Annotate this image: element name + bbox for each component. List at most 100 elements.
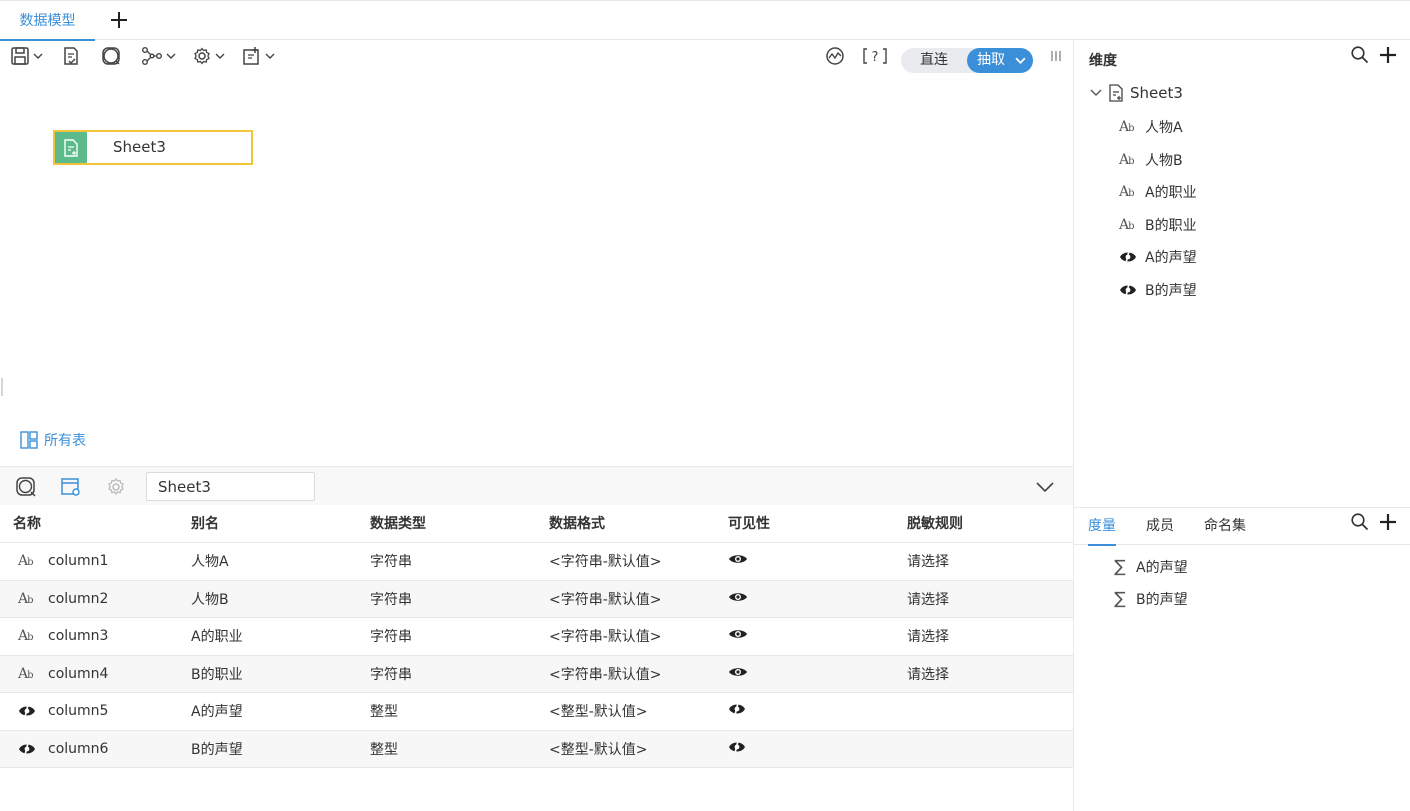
dimension-panel: 维度 Sheet3 Ab 人物A Ab 人物B Ab A的职业 Ab B的职业 A的声望…	[1073, 40, 1410, 811]
table-node-sheet3[interactable]: Sheet3	[53, 130, 253, 165]
masking-rule-select[interactable]: 请选择	[895, 664, 1073, 684]
preview-icon[interactable]	[15, 476, 37, 498]
field-type[interactable]: 字符串	[358, 664, 537, 684]
table-row[interactable]: Ab column3 A的职业 字符串 <字符串-默认值> 请选择	[0, 618, 1073, 656]
resize-handle[interactable]	[1, 378, 3, 396]
field-type[interactable]: 字符串	[358, 626, 537, 646]
check-button[interactable]	[61, 44, 81, 68]
tab-bar: 数据模型	[0, 0, 1410, 41]
all-tables-label: 所有表	[44, 433, 86, 449]
dimension-item[interactable]: A的声望	[1119, 247, 1197, 267]
masking-rule-select[interactable]: 请选择	[895, 589, 1073, 609]
save-button[interactable]	[10, 44, 43, 68]
field-name: column4	[48, 665, 109, 682]
relation-button[interactable]	[141, 44, 176, 68]
header-masking-rule: 脱敏规则	[907, 516, 963, 532]
field-alias[interactable]: B的职业	[179, 664, 358, 684]
eye-icon[interactable]	[728, 665, 748, 679]
trend-circle-icon	[826, 47, 844, 65]
eye-icon[interactable]	[728, 552, 748, 566]
tree-node-sheet3[interactable]: Sheet3	[1090, 84, 1183, 102]
dimension-item[interactable]: Ab 人物A	[1119, 117, 1183, 137]
dimension-item[interactable]: Ab B的职业	[1119, 215, 1197, 235]
chevron-down-icon[interactable]	[1034, 476, 1056, 498]
text-type-icon: Ab	[1119, 184, 1135, 200]
dimension-item[interactable]: B的声望	[1119, 280, 1197, 300]
measure-item[interactable]: ∑ B的声望	[1112, 589, 1188, 609]
panel-toggle-button[interactable]	[1050, 44, 1062, 68]
table-settings-icon[interactable]	[60, 476, 82, 498]
field-alias[interactable]: 人物A	[179, 551, 358, 571]
help-button[interactable]: ?	[862, 44, 888, 68]
tab-named-set[interactable]: 命名集	[1204, 508, 1246, 544]
help-bracket-icon: ?	[863, 48, 887, 65]
tab-measure[interactable]: 度量	[1088, 508, 1116, 546]
field-alias[interactable]: A的声望	[179, 701, 358, 721]
field-type[interactable]: 字符串	[358, 589, 537, 609]
cube-button[interactable]	[242, 44, 275, 68]
tab-data-model[interactable]: 数据模型	[0, 1, 95, 41]
extract-mode-option[interactable]: 抽取	[967, 48, 1033, 73]
field-type[interactable]: 整型	[358, 739, 537, 759]
field-type[interactable]: 字符串	[358, 551, 537, 571]
layout-panels-icon	[20, 431, 38, 449]
preview-button[interactable]	[101, 44, 121, 68]
masking-rule-select[interactable]: 请选择	[895, 626, 1073, 646]
monitor-button[interactable]	[825, 44, 845, 68]
header-visibility: 可见性	[728, 516, 770, 532]
field-format[interactable]: <字符串-默认值>	[537, 589, 716, 609]
table-row[interactable]: Ab column2 人物B 字符串 <字符串-默认值> 请选择	[0, 580, 1073, 618]
field-name: column3	[48, 628, 109, 645]
table-detail-toolbar	[0, 466, 1073, 505]
gear-icon[interactable]	[105, 476, 127, 498]
field-format[interactable]: <整型-默认值>	[537, 701, 716, 721]
field-format[interactable]: <字符串-默认值>	[537, 664, 716, 684]
dimension-title: 维度	[1089, 53, 1117, 69]
field-name: column2	[48, 590, 109, 607]
field-format[interactable]: <字符串-默认值>	[537, 551, 716, 571]
table-row[interactable]: column6 B的声望 整型 <整型-默认值>	[0, 730, 1073, 768]
header-alias: 别名	[191, 516, 219, 532]
field-alias[interactable]: A的职业	[179, 626, 358, 646]
all-tables-button[interactable]: 所有表	[20, 430, 86, 450]
field-format[interactable]: <字符串-默认值>	[537, 626, 716, 646]
number-visibility-icon[interactable]	[728, 739, 746, 755]
sigma-icon: ∑	[1114, 557, 1126, 577]
measure-item[interactable]: ∑ A的声望	[1112, 557, 1187, 577]
eye-icon[interactable]	[728, 590, 748, 604]
chevron-down-icon	[166, 53, 176, 59]
add-icon[interactable]	[1378, 512, 1398, 532]
field-alias[interactable]: B的声望	[179, 739, 358, 759]
dimension-item[interactable]: Ab A的职业	[1119, 182, 1197, 202]
field-name: column1	[48, 553, 109, 570]
dimension-label: B的声望	[1145, 283, 1197, 299]
add-tab-icon[interactable]	[108, 9, 130, 31]
measure-label: B的声望	[1136, 592, 1188, 608]
eye-icon[interactable]	[728, 627, 748, 641]
settings-button[interactable]	[192, 44, 225, 68]
field-alias[interactable]: 人物B	[179, 589, 358, 609]
add-icon[interactable]	[1378, 45, 1398, 65]
table-name-input[interactable]	[146, 472, 315, 501]
table-row[interactable]: Ab column4 B的职业 字符串 <字符串-默认值> 请选择	[0, 655, 1073, 693]
text-type-icon: Ab	[18, 553, 34, 570]
field-name: column6	[48, 740, 109, 757]
text-type-icon: Ab	[18, 628, 34, 645]
search-icon[interactable]	[1350, 45, 1370, 65]
tab-member[interactable]: 成员	[1146, 508, 1174, 544]
dimension-item[interactable]: Ab 人物B	[1119, 150, 1183, 170]
chevron-down-icon	[33, 53, 43, 59]
chevron-down-icon	[1090, 89, 1102, 96]
masking-rule-select[interactable]: 请选择	[895, 551, 1073, 571]
field-type[interactable]: 整型	[358, 701, 537, 721]
chevron-down-icon	[1015, 57, 1026, 64]
table-row[interactable]: Ab column1 人物A 字符串 <字符串-默认值> 请选择	[0, 543, 1073, 581]
number-visibility-icon[interactable]	[728, 701, 746, 717]
model-canvas[interactable]: Sheet3 所有表	[0, 74, 1073, 466]
search-icon[interactable]	[1350, 512, 1370, 532]
chevron-down-icon	[215, 53, 225, 59]
table-row[interactable]: column5 A的声望 整型 <整型-默认值>	[0, 693, 1073, 731]
excel-sheet-icon	[55, 132, 87, 163]
field-format[interactable]: <整型-默认值>	[537, 739, 716, 759]
direct-mode-option[interactable]: 直连	[901, 48, 967, 73]
